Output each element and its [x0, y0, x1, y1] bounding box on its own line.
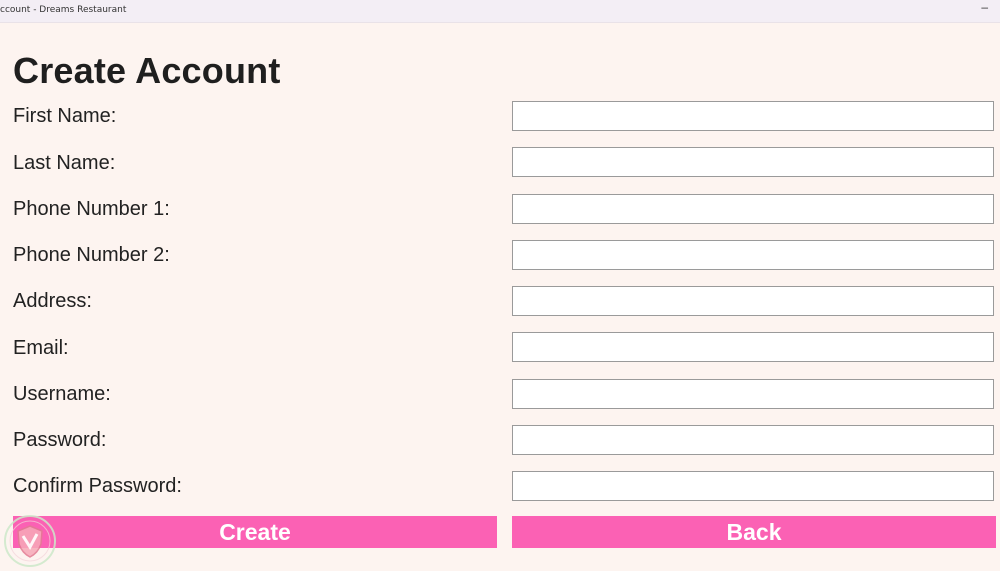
password-label: Password:	[13, 429, 107, 451]
email-input[interactable]	[512, 332, 994, 362]
page-title: Create Account	[13, 50, 281, 91]
address-input[interactable]	[512, 286, 994, 316]
phone-number-2-input[interactable]	[512, 240, 994, 270]
phone-number-2-label: Phone Number 2:	[13, 244, 170, 266]
last-name-input[interactable]	[512, 147, 994, 177]
back-button[interactable]: Back	[512, 516, 996, 548]
username-input[interactable]	[512, 379, 994, 409]
confirm-password-input[interactable]	[512, 471, 994, 501]
confirm-password-label: Confirm Password:	[13, 475, 182, 497]
first-name-input[interactable]	[512, 101, 994, 131]
shield-logo-icon	[4, 515, 56, 567]
last-name-label: Last Name:	[13, 152, 116, 174]
phone-number-1-input[interactable]	[512, 194, 994, 224]
password-input[interactable]	[512, 425, 994, 455]
email-label: Email:	[13, 337, 69, 359]
phone-number-1-label: Phone Number 1:	[13, 198, 170, 220]
address-label: Address:	[13, 290, 92, 312]
title-bar: ccount - Dreams Restaurant –	[0, 0, 1000, 23]
username-label: Username:	[13, 383, 111, 405]
create-button[interactable]: Create	[13, 516, 497, 548]
window-title: ccount - Dreams Restaurant	[0, 5, 127, 15]
first-name-label: First Name:	[13, 105, 117, 127]
minimize-button[interactable]: –	[981, 1, 988, 13]
app-window: ccount - Dreams Restaurant – Create Acco…	[0, 0, 1000, 571]
